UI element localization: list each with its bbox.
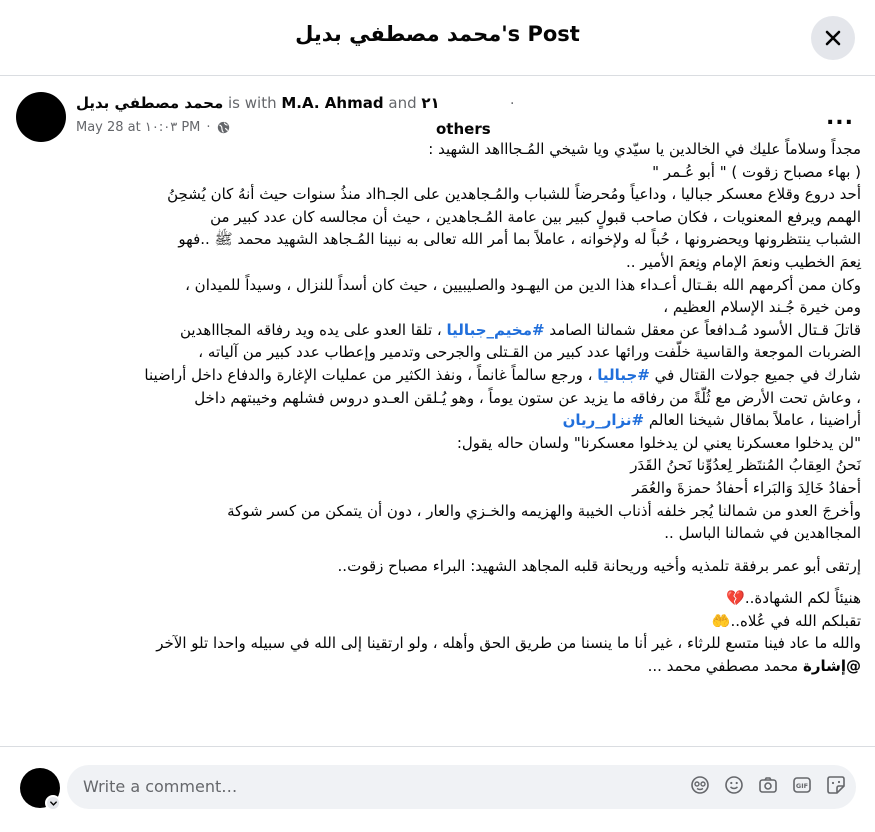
comment-composer: Write a comment… GIF xyxy=(0,746,875,832)
separator-dot: . xyxy=(510,92,515,108)
author-avatar[interactable] xyxy=(16,92,66,142)
avatar-sticker-button[interactable] xyxy=(690,775,710,795)
profile-switch-button[interactable] xyxy=(45,795,61,811)
post-line: الشباب ينتظرونها ويحضرونها ، حُباً له ول… xyxy=(178,230,861,249)
comment-input[interactable]: Write a comment… GIF xyxy=(67,765,856,809)
line-text: ، ورجع سالماً غانماً ، ونفذ الكثير من عم… xyxy=(144,365,598,384)
post-line: هنيئاً لكم الشهادة..💔 xyxy=(726,589,861,608)
and-text: and xyxy=(388,94,417,112)
mention-link[interactable]: @إشارة xyxy=(803,657,861,675)
post-line: "لن يدخلوا معسكرنا يعني لن يدخلوا معسكرن… xyxy=(456,433,861,452)
camera-icon xyxy=(759,777,777,793)
svg-text:GIF: GIF xyxy=(796,782,808,790)
tagged-user[interactable]: M.A. Ahmad xyxy=(281,94,383,112)
close-button[interactable] xyxy=(811,16,855,60)
line-text: ، تلقا العدو على يده ويد رفاقه المجاااهد… xyxy=(179,320,447,339)
post-line: إرتقى أبو عمر برفقة تلمذيه وأخيه وريحانة… xyxy=(337,556,861,575)
more-options-icon: ... xyxy=(825,104,855,130)
chevron-down-icon xyxy=(49,800,57,806)
post-header: محمد مصطفي بديل is with M.A. Ahmad and ٢… xyxy=(0,86,875,146)
sticker-button[interactable] xyxy=(826,775,846,795)
post-line: الضربات الموجعة والقاسية خلّفت ورائها عد… xyxy=(198,343,861,362)
post-line: وأخرجَ العدو من شمالنا يُجر خلفه أذناب ا… xyxy=(227,501,861,520)
is-with-text: is with xyxy=(228,94,277,112)
post-line: المجااهدين في شمالنا الباسل .. xyxy=(664,524,861,543)
comment-tools: GIF xyxy=(690,775,846,795)
post-text: مجداً وسلاماً عليك في الخالدين يا سيّدي … xyxy=(18,138,861,678)
comment-placeholder: Write a comment… xyxy=(83,777,238,796)
line-text: محمد مصطفي محمد ... xyxy=(647,657,803,676)
post-line: قاتلَ قـتال الأسود مُـدافعاً عن معقل شما… xyxy=(18,319,861,342)
hashtag-link[interactable]: #جباليا xyxy=(597,366,650,384)
gif-button[interactable]: GIF xyxy=(792,775,812,795)
meta-dot: · xyxy=(206,120,211,135)
post-line: ، وعاش تحت الأرض مع ثُلّةً من رفاقه ما ي… xyxy=(194,388,861,407)
line-text: قاتلَ قـتال الأسود مُـدافعاً عن معقل شما… xyxy=(544,320,861,339)
post-line: الهمم ويرفع المعنويات ، فكان صاحب قبولٍ … xyxy=(210,207,861,226)
post-line: نَحنُ العِقابُ المُنتَظر لِعدُوِّنا نَحن… xyxy=(630,456,861,475)
dialog-title: محمد مصطفي بديل's Post xyxy=(295,22,580,46)
globe-icon xyxy=(217,121,229,134)
post-line: وكان ممن أكرمهم الله بقـتال أعـداء هذا ا… xyxy=(185,275,861,294)
post-line: والله ما عاد فينا متسع للرثاء ، غير أنا … xyxy=(156,634,861,653)
sticker-icon xyxy=(827,776,845,794)
avatar-sticker-icon xyxy=(691,776,709,794)
post-line: أحفادُ خَالِدَ وَالبَراء أحفادُ حمزةَ وا… xyxy=(632,478,861,497)
line-text: أراضينا ، عاملاً بماقال شيخنا العالم xyxy=(644,411,861,430)
hashtag-link[interactable]: #نزار_ريان xyxy=(563,411,645,429)
post-line: أحد دروع وقلاع معسكر جباليا ، وداعياً وم… xyxy=(167,185,861,204)
others-count[interactable]: ٢١ xyxy=(421,94,439,112)
close-icon xyxy=(825,30,841,46)
author-name[interactable]: محمد مصطفي بديل xyxy=(76,94,223,112)
hashtag-link[interactable]: #مخيم_جباليا xyxy=(447,321,545,339)
post-line: تقبلكم الله في عُلاه..🤲 xyxy=(711,611,861,630)
post-line: ( بهاء مصباح زقوت ) " أبو عُـمر " xyxy=(652,162,861,181)
more-options-button[interactable]: ... xyxy=(823,100,857,134)
others-link[interactable]: others xyxy=(436,120,491,138)
dialog-header: محمد مصطفي بديل's Post xyxy=(0,0,875,76)
emoji-icon xyxy=(725,776,743,794)
emoji-button[interactable] xyxy=(724,775,744,795)
post-date[interactable]: May 28 at ١٠:٠٣ PM xyxy=(76,120,200,135)
author-line: محمد مصطفي بديل is with M.A. Ahmad and ٢… xyxy=(76,94,440,112)
post-line: شارك في جميع جولات القتال في #جباليا ، و… xyxy=(18,364,861,387)
post-line: أراضينا ، عاملاً بماقال شيخنا العالم #نز… xyxy=(18,409,861,432)
line-text: شارك في جميع جولات القتال في xyxy=(649,365,861,384)
gif-icon: GIF xyxy=(793,777,811,793)
post-line: نِعمَ الخطيب ونعمَ الإمام ونِعمَ الأمير … xyxy=(626,252,861,271)
post-meta: May 28 at ١٠:٠٣ PM · xyxy=(76,120,230,135)
post-line: @إشارة محمد مصطفي محمد ... xyxy=(18,655,861,678)
post-line: ومن خيرة جُـند الإسلام العظيم ، xyxy=(663,298,861,317)
post-line: مجداً وسلاماً عليك في الخالدين يا سيّدي … xyxy=(428,140,861,158)
camera-button[interactable] xyxy=(758,775,778,795)
